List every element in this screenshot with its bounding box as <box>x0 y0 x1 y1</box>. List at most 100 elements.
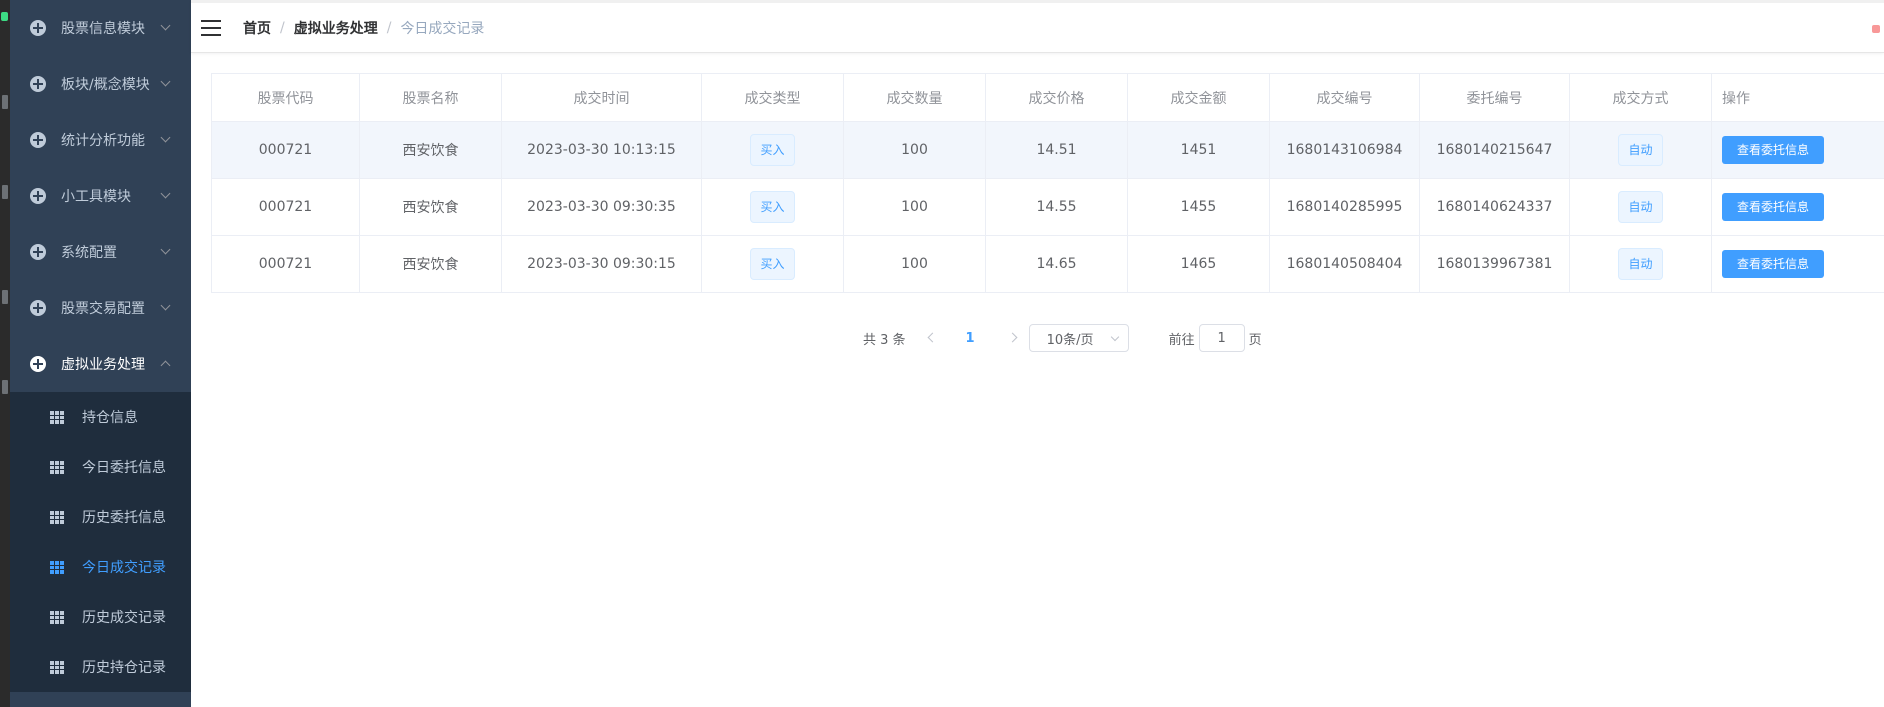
submenu-label: 历史委托信息 <box>82 510 166 526</box>
deal-mode-tag: 自动 <box>1618 248 1663 280</box>
submenu-label: 持仓信息 <box>82 410 138 426</box>
goto-page-input[interactable] <box>1198 324 1245 352</box>
plus-circle-icon <box>30 300 46 316</box>
submenu-label: 今日成交记录 <box>82 560 166 576</box>
submenu-virtual-business: 持仓信息 今日委托信息 历史委托信息 今日成交记录 历史成交记录 历史持仓记录 <box>10 392 191 692</box>
view-order-button[interactable]: 查看委托信息 <box>1722 250 1825 278</box>
column-header: 成交方式 <box>1569 73 1712 122</box>
menu-label: 统计分析功能 <box>61 133 145 149</box>
menu-sector-concept[interactable]: 板块/概念模块 <box>10 56 191 112</box>
breadcrumb-section[interactable]: 虚拟业务处理 <box>294 18 378 38</box>
column-header: 成交时间 <box>501 73 702 122</box>
deal-type-tag: 买入 <box>750 191 795 223</box>
table-icon <box>50 660 64 674</box>
cell-code: 000721 <box>211 178 360 236</box>
chevron-down-icon <box>160 76 171 87</box>
column-header: 成交金额 <box>1127 73 1270 122</box>
cell-amount: 1455 <box>1127 178 1270 236</box>
plus-circle-icon <box>30 20 46 36</box>
notification-icon[interactable] <box>1872 25 1880 33</box>
table-icon <box>50 610 64 624</box>
cell-type: 买入 <box>701 178 844 236</box>
cell-action: 查看委托信息 <box>1711 121 1884 179</box>
pagination-total: 共 3 条 <box>863 332 906 348</box>
cell-order-no: 1680140624337 <box>1419 178 1570 236</box>
cell-price: 14.51 <box>985 121 1128 179</box>
os-tab-marker <box>2 95 8 109</box>
deal-mode-tag: 自动 <box>1618 191 1663 223</box>
page-number[interactable]: 1 <box>966 331 975 346</box>
submenu-item-history-positions[interactable]: 历史持仓记录 <box>10 642 191 692</box>
plus-circle-icon <box>30 188 46 204</box>
menu-virtual-business[interactable]: 虚拟业务处理 <box>10 336 191 392</box>
cell-deal-no: 1680140285995 <box>1269 178 1420 236</box>
cell-time: 2023-03-30 09:30:35 <box>501 178 702 236</box>
cell-name: 西安饮食 <box>359 178 502 236</box>
deal-type-tag: 买入 <box>750 248 795 280</box>
table-icon <box>50 460 64 474</box>
cell-type: 买入 <box>701 121 844 179</box>
cell-time: 2023-03-30 09:30:15 <box>501 235 702 293</box>
cell-type: 买入 <box>701 235 844 293</box>
menu-tools[interactable]: 小工具模块 <box>10 168 191 224</box>
view-order-button[interactable]: 查看委托信息 <box>1722 193 1825 221</box>
column-header: 成交数量 <box>843 73 986 122</box>
deals-table: 股票代码 股票名称 成交时间 成交类型 成交数量 成交价格 成交金额 成交编号 … <box>211 73 1884 293</box>
navbar: 首页 / 虚拟业务处理 / 今日成交记录 <box>191 0 1884 53</box>
chevron-down-icon <box>160 20 171 31</box>
column-header: 委托编号 <box>1419 73 1570 122</box>
menu-label: 股票交易配置 <box>61 301 145 317</box>
cell-mode: 自动 <box>1569 121 1712 179</box>
plus-circle-icon <box>30 132 46 148</box>
cell-amount: 1465 <box>1127 235 1270 293</box>
page-size-select[interactable]: 10条/页 <box>1028 324 1129 352</box>
menu-label: 虚拟业务处理 <box>61 357 145 373</box>
menu-system-config[interactable]: 系统配置 <box>10 224 191 280</box>
breadcrumb-separator: / <box>386 19 392 36</box>
os-tab-marker <box>2 185 8 199</box>
pagination: 共 3 条 1 10条/页 前往 页 <box>863 324 1262 352</box>
cell-qty: 100 <box>843 178 986 236</box>
cell-code: 000721 <box>211 235 360 293</box>
plus-circle-icon <box>30 244 46 260</box>
cell-mode: 自动 <box>1569 178 1712 236</box>
column-header: 成交价格 <box>985 73 1128 122</box>
app-window: 股票信息模块 板块/概念模块 统计分析功能 小工具模块 系统配置 股票交易配置 <box>0 0 1884 707</box>
table-icon <box>50 510 64 524</box>
submenu-item-today-orders[interactable]: 今日委托信息 <box>10 442 191 492</box>
submenu-item-history-deals[interactable]: 历史成交记录 <box>10 592 191 642</box>
chevron-up-icon <box>160 360 171 371</box>
cell-qty: 100 <box>843 235 986 293</box>
submenu-label: 历史持仓记录 <box>82 660 166 676</box>
page-size-value: 10条/页 <box>1046 332 1094 348</box>
menu-trade-config[interactable]: 股票交易配置 <box>10 280 191 336</box>
submenu-item-today-deals[interactable]: 今日成交记录 <box>10 542 191 592</box>
cell-order-no: 1680139967381 <box>1419 235 1570 293</box>
plus-circle-icon <box>30 356 46 372</box>
chevron-down-icon <box>160 132 171 143</box>
cell-qty: 100 <box>843 121 986 179</box>
os-tab-marker <box>2 290 8 304</box>
plus-circle-icon <box>30 76 46 92</box>
view-order-button[interactable]: 查看委托信息 <box>1722 136 1825 164</box>
chevron-left-icon[interactable] <box>926 324 936 352</box>
menu-stock-info[interactable]: 股票信息模块 <box>10 0 191 56</box>
hamburger-menu-icon[interactable] <box>201 19 221 36</box>
os-status-icon <box>1 12 8 21</box>
submenu-item-history-orders[interactable]: 历史委托信息 <box>10 492 191 542</box>
cell-amount: 1451 <box>1127 121 1270 179</box>
column-header: 股票代码 <box>211 73 360 122</box>
menu-label: 系统配置 <box>61 245 117 261</box>
os-edge-strip <box>0 0 10 707</box>
breadcrumb-home[interactable]: 首页 <box>243 18 271 38</box>
chevron-down-icon <box>160 188 171 199</box>
table-row: 000721 西安饮食 2023-03-30 09:30:35 买入 100 1… <box>211 178 1884 236</box>
breadcrumb: 首页 / 虚拟业务处理 / 今日成交记录 <box>243 18 484 38</box>
chevron-right-icon[interactable] <box>1009 324 1019 352</box>
cell-time: 2023-03-30 10:13:15 <box>501 121 702 179</box>
goto-suffix: 页 <box>1248 332 1262 348</box>
menu-statistics[interactable]: 统计分析功能 <box>10 112 191 168</box>
table-row: 000721 西安饮食 2023-03-30 09:30:15 买入 100 1… <box>211 235 1884 293</box>
submenu-label: 历史成交记录 <box>82 610 166 626</box>
submenu-item-positions[interactable]: 持仓信息 <box>10 392 191 442</box>
